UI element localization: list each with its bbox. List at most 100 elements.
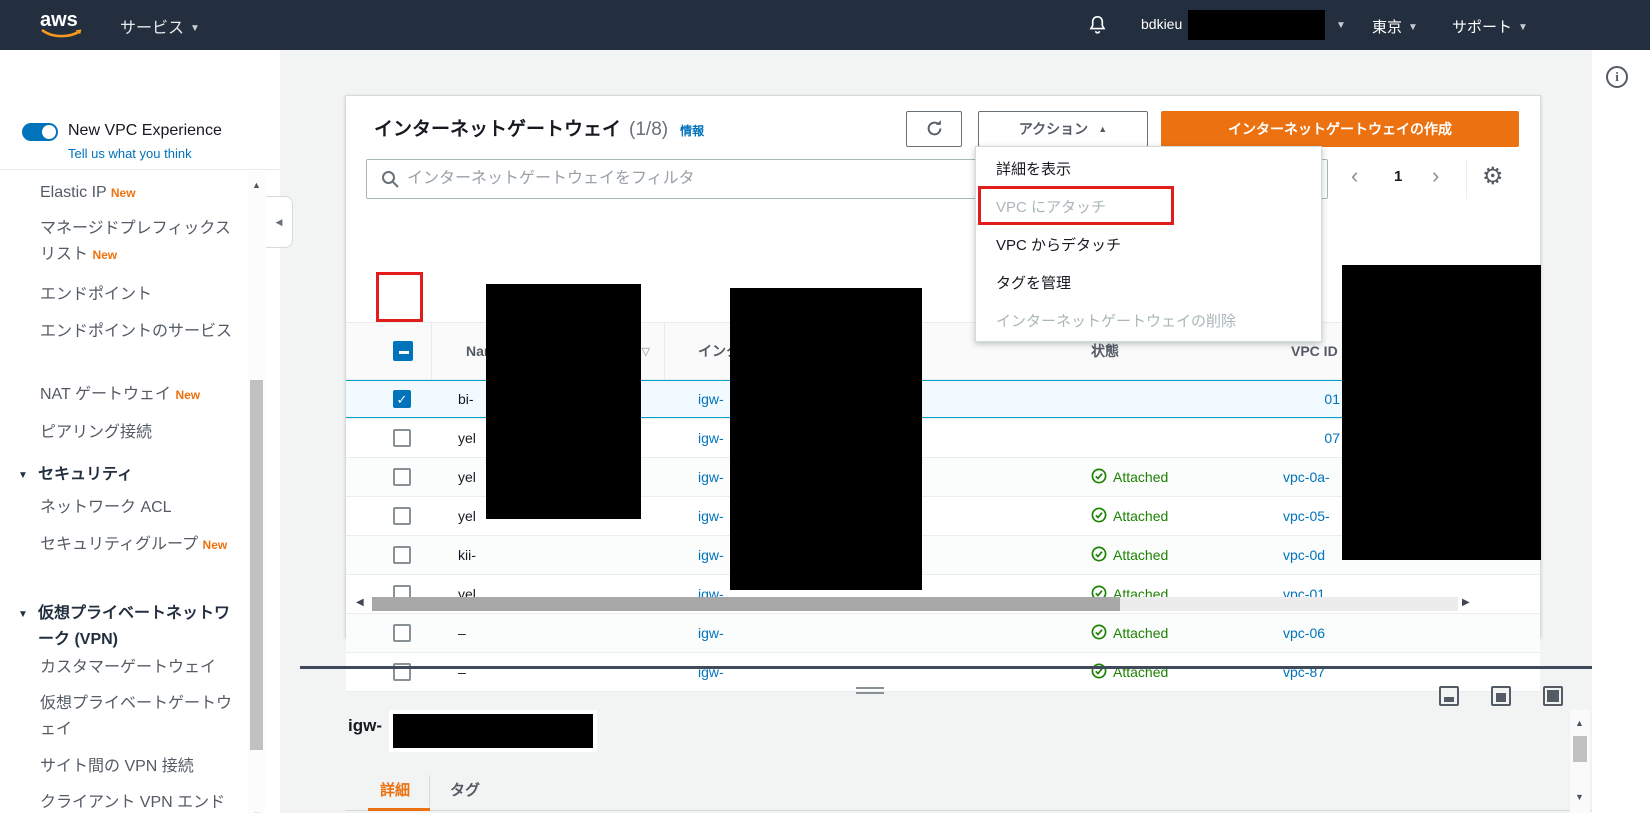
sidebar-item[interactable]: セキュリティグループ New [40,532,232,558]
vpc-id-link[interactable]: vpc-0a- [1283,469,1330,485]
select-all-checkbox[interactable] [393,341,413,361]
gear-icon[interactable]: ⚙ [1482,162,1504,191]
aws-logo[interactable]: aws [40,9,84,38]
sidebar-item[interactable]: ネットワーク ACL [40,495,232,521]
sort-icon[interactable]: ▽ [642,345,650,358]
panel-size-small-icon[interactable] [1439,686,1459,706]
tab-details[interactable]: 詳細 [380,779,410,800]
attached-check-icon [1091,546,1107,565]
next-page-button[interactable]: › [1432,163,1439,189]
tab-divider [429,775,430,807]
vpc-id-link[interactable]: 07 [1324,430,1340,446]
igw-id-link[interactable]: igw- [698,469,724,485]
toolbar-divider [1466,159,1467,199]
right-gutter [1592,50,1650,813]
result-count: (1/8) [629,119,669,140]
sidebar-divider [0,169,280,170]
scroll-up-icon[interactable]: ▲ [1575,718,1584,728]
menu-item[interactable]: VPC からデタッチ [976,227,1321,265]
sidebar-item[interactable]: サイト間の VPN 接続 [40,754,232,780]
split-panel-divider[interactable] [300,666,1592,669]
feedback-link[interactable]: Tell us what you think [68,146,192,161]
row-checkbox[interactable] [393,429,411,447]
sidebar-section[interactable]: ▼ セキュリティ [18,462,230,488]
active-tab-underline [368,808,430,811]
redaction-igw-id-column [730,288,922,590]
sidebar-collapse-button[interactable]: ◀ [266,196,293,248]
sidebar-item[interactable]: エンドポイントのサービス [40,319,232,345]
sidebar-item[interactable]: ピアリング接続 [40,420,232,446]
igw-id-link[interactable]: igw- [698,625,724,641]
menu-item[interactable]: 詳細を表示 [976,151,1321,189]
chevron-up-icon: ▲ [1098,124,1108,134]
scroll-right-icon[interactable]: ▶ [1462,597,1470,608]
refresh-button[interactable] [906,111,962,147]
support-menu[interactable]: サポート ▼ [1452,16,1528,37]
cell-state: Attached [1051,497,1256,535]
row-checkbox[interactable] [393,468,411,486]
new-badge: New [175,388,201,402]
redaction-vpc-id-column [1342,265,1541,560]
tabs-bottom-border [345,810,1592,811]
sidebar-item[interactable]: 仮想プライベートゲートウェイ [40,691,232,743]
cell-name: kii- [458,547,476,563]
sidebar-item[interactable]: マネージドプレフィックスリスト New [40,216,232,268]
panel-scrollbar-thumb[interactable] [1573,736,1587,762]
vpc-id-link[interactable]: vpc-06 [1283,625,1325,641]
account-menu-label[interactable]: bdkieu [1141,16,1182,32]
row-checkbox[interactable]: ✓ [393,390,411,408]
scroll-down-icon[interactable]: ▼ [1575,792,1584,802]
actions-button[interactable]: アクション ▲ [978,111,1148,147]
scroll-left-icon[interactable]: ◀ [356,597,364,608]
chevron-down-icon: ▼ [18,470,28,481]
chevron-down-icon: ▼ [1336,20,1346,31]
redaction-name-column [486,284,641,519]
vpc-id-link[interactable]: vpc-05- [1283,508,1330,524]
prev-page-button[interactable]: ‹ [1351,163,1358,189]
scroll-up-icon[interactable]: ▲ [252,180,261,190]
notifications-bell-icon[interactable] [1086,13,1109,42]
table-row[interactable]: – igw- Attached vpc-06 [346,614,1540,653]
sidebar-section[interactable]: ▼ 仮想プライベートネットワーク (VPN) [18,601,230,653]
attached-check-icon [1091,507,1107,526]
sidebar-item[interactable]: Elastic IP New [40,180,232,206]
vpc-id-link[interactable]: vpc-0d [1283,547,1325,563]
detail-title-frame [389,710,597,752]
nav-services-menu[interactable]: サービス ▼ [120,14,200,38]
row-checkbox[interactable] [393,507,411,525]
new-badge: New [110,186,136,200]
sidebar-item[interactable]: カスタマーゲートウェイ [40,655,232,681]
cell-name: – [458,625,466,641]
sidebar-item[interactable]: クライアント VPN エンドポイント [40,790,232,813]
actions-dropdown-menu: 詳細を表示 VPC にアタッチ VPC からデタッチ タグを管理 インターネットゲートウ… [975,146,1322,342]
menu-item[interactable]: タグを管理 [976,265,1321,303]
info-link[interactable]: 情報 [680,122,704,139]
create-internet-gateway-button[interactable]: インターネットゲートウェイの作成 [1161,111,1519,147]
chevron-down-icon: ▼ [190,23,200,34]
table-row[interactable]: – igw- Attached vpc-87 [346,653,1540,692]
region-menu[interactable]: 東京 ▼ [1372,16,1418,37]
cell-state: Attached [1051,653,1256,691]
toggle-knob [42,125,56,139]
sidebar-item[interactable]: NAT ゲートウェイ New [40,382,232,408]
row-checkbox[interactable] [393,624,411,642]
igw-id-link[interactable]: igw- [698,391,724,407]
igw-id-link[interactable]: igw- [698,508,724,524]
sidebar-item[interactable]: エンドポイント [40,282,232,308]
sidebar-scrollbar-thumb[interactable] [250,380,263,750]
horizontal-scrollbar-thumb[interactable] [372,597,1120,611]
igw-id-link[interactable]: igw- [698,547,724,563]
detail-panel-title: igw- [348,716,382,735]
new-vpc-experience-toggle[interactable] [22,123,58,141]
panel-drag-handle[interactable] [856,687,884,694]
sidebar-scroll-area: Elastic IP New マネージドプレフィックスリスト New エンドポイント… [0,171,248,813]
attached-check-icon [1091,468,1107,487]
panel-size-medium-icon[interactable] [1491,686,1511,706]
igw-id-link[interactable]: igw- [698,430,724,446]
horizontal-scrollbar[interactable] [372,597,1458,611]
row-checkbox[interactable] [393,546,411,564]
info-icon[interactable]: i [1606,66,1628,88]
vpc-id-link[interactable]: 01 [1324,391,1340,407]
tab-tags[interactable]: タグ [450,779,480,800]
panel-size-large-icon[interactable] [1543,686,1563,706]
